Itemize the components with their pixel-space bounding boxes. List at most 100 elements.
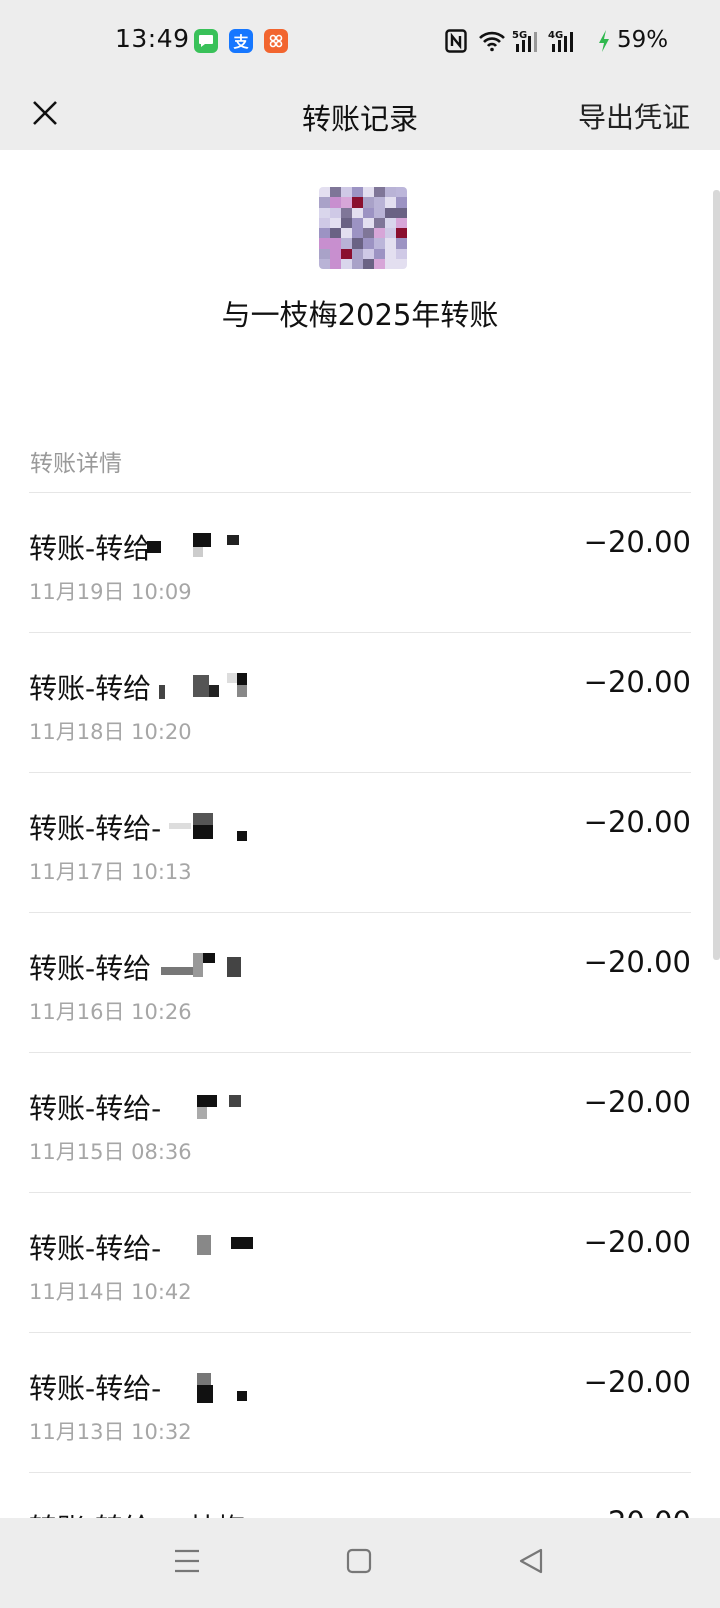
avatar-pixel (385, 228, 396, 239)
avatar (319, 187, 407, 269)
avatar-pixel (374, 248, 385, 259)
redacted-name (169, 813, 269, 853)
transaction-row[interactable]: 转账-转给- 11月13日 10:32 −20.00 (29, 1332, 691, 1472)
avatar-pixel (330, 248, 341, 259)
avatar-pixel (319, 258, 330, 269)
avatar-pixel (396, 248, 407, 259)
avatar-pixel (385, 248, 396, 259)
avatar-pixel (396, 228, 407, 239)
avatar-pixel (363, 217, 374, 228)
avatar-pixel (374, 197, 385, 208)
avatar-pixel (319, 248, 330, 259)
avatar-pixel (385, 197, 396, 208)
avatar-pixel (330, 207, 341, 218)
bottom-nav-bar (0, 1518, 720, 1608)
transaction-date: 11月15日 08:36 (29, 1140, 192, 1164)
avatar-pixel (385, 238, 396, 249)
avatar-pixel (396, 197, 407, 208)
avatar-pixel (341, 228, 352, 239)
transaction-date: 11月19日 10:09 (29, 580, 192, 604)
transaction-amount: −20.00 (583, 1085, 691, 1119)
redacted-name (197, 1373, 297, 1413)
redacted-name (197, 1233, 297, 1273)
avatar-pixel (396, 238, 407, 249)
home-icon (346, 1548, 372, 1578)
avatar-pixel (374, 207, 385, 218)
transaction-amount: −20.00 (583, 805, 691, 839)
section-label: 转账详情 (30, 451, 122, 477)
battery-level: 59% (617, 27, 669, 53)
transaction-row[interactable]: 转账-转给 11月18日 10:20 −20.00 (29, 632, 691, 772)
avatar-pixel (352, 258, 363, 269)
redacted-name (159, 673, 259, 713)
transaction-row[interactable]: 转账-转给 11月19日 10:09 −20.00 (29, 492, 691, 632)
avatar-pixel (363, 258, 374, 269)
home-button[interactable] (339, 1543, 379, 1583)
avatar-pixel (352, 217, 363, 228)
svg-text:5G: 5G (512, 30, 527, 41)
avatar-pixel (352, 207, 363, 218)
transaction-row[interactable]: 转账-转给 11月16日 10:26 −20.00 (29, 912, 691, 1052)
menu-icon (173, 1548, 201, 1578)
avatar-pixel (363, 207, 374, 218)
redacted-name (197, 1093, 297, 1133)
charging-icon (597, 26, 611, 56)
avatar-pixel (396, 187, 407, 198)
export-voucher-button[interactable]: 导出凭证 (578, 96, 690, 136)
transaction-row[interactable]: 转账-转给- 11月17日 10:13 −20.00 (29, 772, 691, 912)
avatar-pixel (374, 187, 385, 198)
transaction-date: 11月18日 10:20 (29, 720, 192, 744)
transaction-title: 转账-转给 (29, 532, 152, 565)
avatar-pixel (363, 197, 374, 208)
wifi-icon (478, 26, 506, 56)
avatar-pixel (330, 258, 341, 269)
avatar-pixel (341, 197, 352, 208)
avatar-pixel (352, 187, 363, 198)
transfer-heading: 与一枝梅2025年转账 (221, 298, 499, 332)
avatar-pixel (374, 238, 385, 249)
avatar-pixel (341, 207, 352, 218)
redacted-name (161, 953, 261, 993)
avatar-pixel (330, 217, 341, 228)
app-icon (264, 29, 288, 53)
avatar-pixel (352, 228, 363, 239)
avatar-pixel (352, 197, 363, 208)
avatar-pixel (374, 217, 385, 228)
avatar-pixel (352, 238, 363, 249)
transaction-date: 11月14日 10:42 (29, 1280, 192, 1304)
back-button[interactable] (511, 1543, 551, 1583)
avatar-pixel (363, 187, 374, 198)
avatar-pixel (319, 238, 330, 249)
avatar-pixel (341, 217, 352, 228)
avatar-pixel (330, 197, 341, 208)
avatar-pixel (385, 207, 396, 218)
transaction-title: 转账-转给- (29, 1232, 162, 1265)
avatar-pixel (319, 228, 330, 239)
avatar-pixel (319, 197, 330, 208)
avatar-pixel (374, 258, 385, 269)
avatar-pixel (385, 187, 396, 198)
transaction-date: 11月13日 10:32 (29, 1420, 192, 1444)
avatar-pixel (363, 228, 374, 239)
transaction-row[interactable]: 转账-转给- 11月15日 08:36 −20.00 (29, 1052, 691, 1192)
transaction-date: 11月17日 10:13 (29, 860, 192, 884)
avatar-pixel (319, 187, 330, 198)
transaction-title: 转账-转给- (29, 1092, 162, 1125)
menu-button[interactable] (167, 1543, 207, 1583)
transaction-title: 转账-转给- (29, 812, 162, 845)
avatar-pixel (363, 238, 374, 249)
avatar-pixel (341, 258, 352, 269)
transaction-list: 转账-转给 11月19日 10:09 −20.00 转账-转给 11月18日 1… (0, 492, 720, 1608)
redacted-name (147, 533, 247, 573)
avatar-pixel (396, 217, 407, 228)
svg-text:4G: 4G (548, 30, 563, 41)
message-app-icon (194, 29, 218, 53)
avatar-pixel (396, 207, 407, 218)
avatar-pixel (330, 187, 341, 198)
transaction-amount: −20.00 (583, 945, 691, 979)
nav-bar: 转账记录 导出凭证 (0, 84, 720, 150)
avatar-pixel (330, 228, 341, 239)
transaction-date: 11月16日 10:26 (29, 1000, 192, 1024)
transaction-row[interactable]: 转账-转给- 11月14日 10:42 −20.00 (29, 1192, 691, 1332)
avatar-pixel (385, 217, 396, 228)
